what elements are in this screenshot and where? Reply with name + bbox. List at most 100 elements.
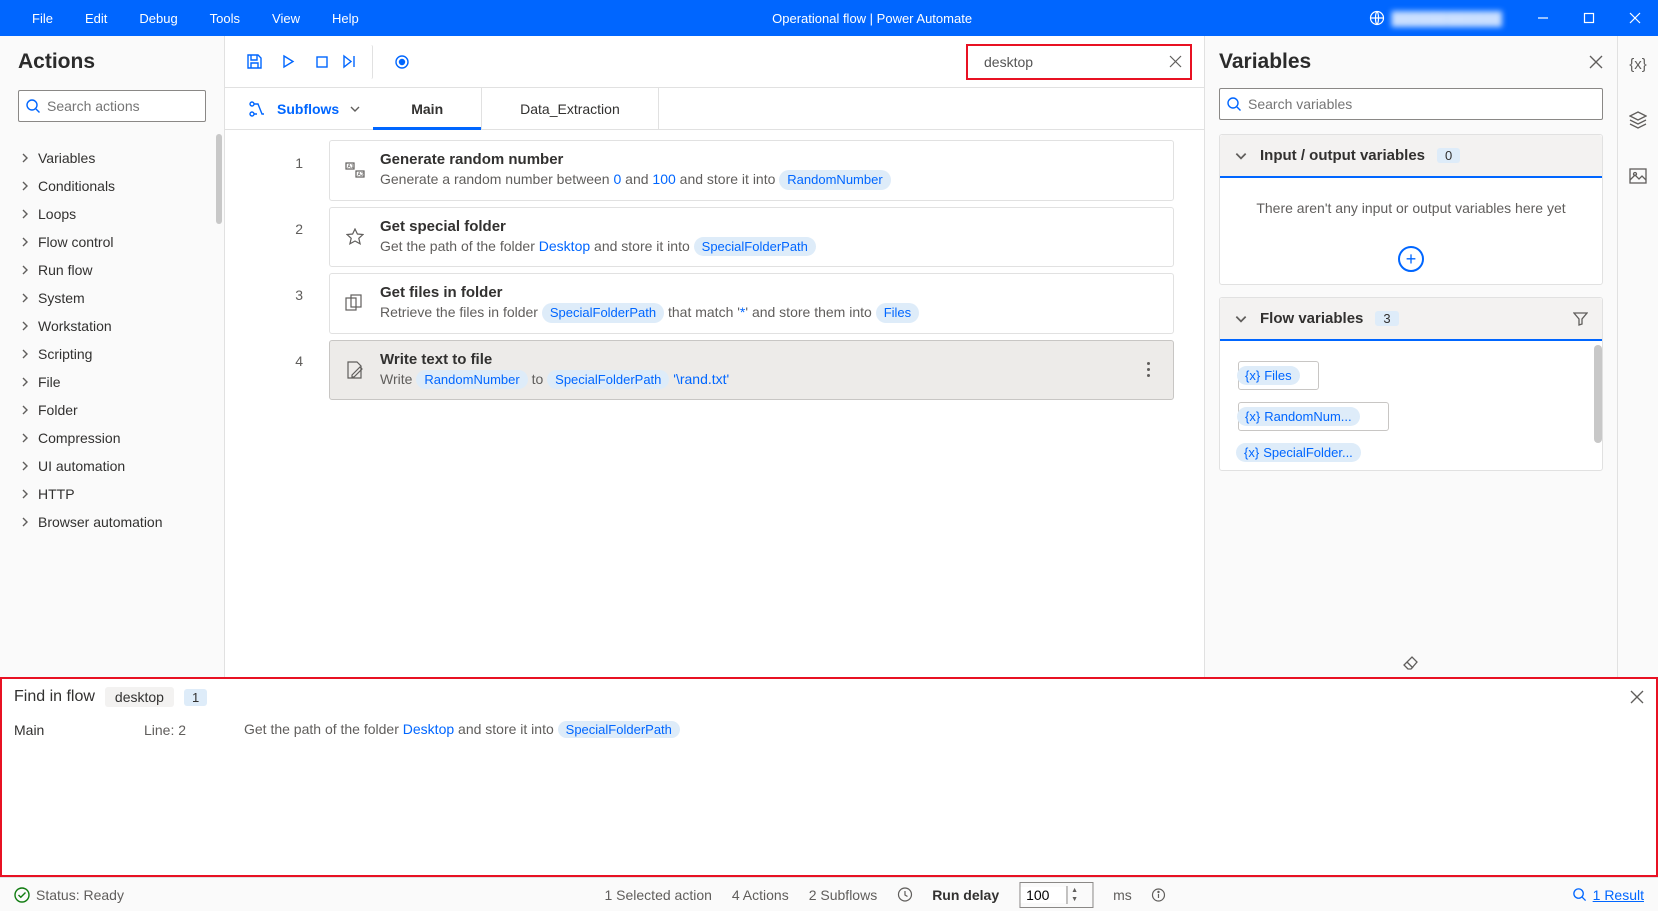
cat-label: Run flow: [38, 262, 92, 278]
step-get-special-folder[interactable]: Get special folder Get the path of the f…: [329, 207, 1174, 268]
step-generate-random-number[interactable]: A1A2 Generate random number Generate a r…: [329, 140, 1174, 201]
step-description: Generate a random number between 0 and 1…: [380, 170, 1159, 190]
menu-bar: File Edit Debug Tools View Help: [0, 0, 375, 36]
subflows-icon: [249, 101, 267, 117]
delay-down[interactable]: ▼: [1067, 895, 1082, 904]
cat-system[interactable]: System: [14, 284, 218, 312]
side-rail: {x}: [1618, 36, 1658, 677]
cat-conditionals[interactable]: Conditionals: [14, 172, 218, 200]
step-title: Get special folder: [380, 218, 1159, 235]
cat-variables[interactable]: Variables: [14, 144, 218, 172]
chevron-right-icon: [20, 237, 30, 247]
io-variables-count: 0: [1437, 148, 1460, 163]
step-description: Retrieve the files in folder SpecialFold…: [380, 303, 1159, 323]
search-icon: [1226, 96, 1242, 112]
cat-label: Folder: [38, 402, 78, 418]
maximize-button[interactable]: [1566, 0, 1612, 36]
run-delay-field[interactable]: [1020, 887, 1066, 903]
step-get-files-in-folder[interactable]: Get files in folder Retrieve the files i…: [329, 273, 1174, 334]
cat-ui-automation[interactable]: UI automation: [14, 452, 218, 480]
cat-loops[interactable]: Loops: [14, 200, 218, 228]
filter-variables-button[interactable]: [1573, 312, 1588, 326]
run-delay-label: Run delay: [932, 887, 999, 903]
environment-label: ████████████: [1385, 11, 1508, 26]
menu-debug[interactable]: Debug: [123, 0, 193, 36]
cat-run-flow[interactable]: Run flow: [14, 256, 218, 284]
chevron-right-icon: [20, 349, 30, 359]
cat-label: UI automation: [38, 458, 125, 474]
cat-http[interactable]: HTTP: [14, 480, 218, 508]
cat-browser-automation[interactable]: Browser automation: [14, 508, 218, 536]
cat-scripting[interactable]: Scripting: [14, 340, 218, 368]
cat-workstation[interactable]: Workstation: [14, 312, 218, 340]
step-write-text-to-file[interactable]: Write text to file Write RandomNumber to…: [329, 340, 1174, 401]
variables-search-input[interactable]: [1242, 96, 1596, 112]
menu-tools[interactable]: Tools: [194, 0, 256, 36]
io-variables-title: Input / output variables: [1260, 147, 1425, 164]
chevron-right-icon: [20, 265, 30, 275]
scrollbar-thumb[interactable]: [1594, 345, 1602, 443]
minimize-button[interactable]: [1520, 0, 1566, 36]
info-icon[interactable]: [1152, 888, 1166, 902]
cat-file[interactable]: File: [14, 368, 218, 396]
ui-elements-rail-button[interactable]: [1624, 106, 1652, 134]
environment-indicator[interactable]: ████████████: [1369, 10, 1508, 26]
line-gutter: 1 2 3 4: [225, 130, 325, 677]
flow-variable-item[interactable]: {x} RandomNum...: [1238, 402, 1584, 431]
step-button[interactable]: [339, 45, 373, 79]
menu-edit[interactable]: Edit: [69, 0, 123, 36]
actions-panel: Actions Variables Conditionals Loops Flo…: [0, 36, 225, 677]
line-number: 1: [225, 130, 325, 196]
menu-file[interactable]: File: [16, 0, 69, 36]
chevron-down-icon: [349, 103, 361, 115]
actions-search-input[interactable]: [41, 98, 228, 114]
flow-variable-item[interactable]: {x} SpecialFolder...: [1238, 443, 1584, 462]
clear-variables-button[interactable]: [1205, 649, 1617, 677]
chevron-down-icon[interactable]: [1234, 149, 1248, 163]
tab-main[interactable]: Main: [373, 88, 482, 129]
search-results-link[interactable]: 1 Result: [1572, 887, 1644, 903]
clear-search-button[interactable]: [1169, 55, 1182, 68]
add-io-variable-button[interactable]: +: [1398, 246, 1424, 272]
files-icon: [344, 294, 366, 312]
run-button[interactable]: [271, 45, 305, 79]
variables-search[interactable]: [1219, 88, 1603, 120]
variable-icon: {x}: [1245, 409, 1260, 424]
chevron-down-icon[interactable]: [1234, 312, 1248, 326]
variable-name: Files: [1264, 368, 1291, 383]
flow-search-input[interactable]: [976, 54, 1165, 70]
flow-variable-item[interactable]: {x} Files: [1238, 361, 1584, 390]
stop-button[interactable]: [305, 45, 339, 79]
images-rail-button[interactable]: [1624, 162, 1652, 190]
menu-view[interactable]: View: [256, 0, 316, 36]
actions-search[interactable]: [18, 90, 206, 122]
close-variables-button[interactable]: [1589, 55, 1603, 69]
find-description: Get the path of the folder Desktop and s…: [244, 721, 680, 738]
close-find-button[interactable]: [1630, 690, 1644, 704]
flow-search[interactable]: [966, 44, 1192, 80]
chevron-right-icon: [20, 293, 30, 303]
find-result-row[interactable]: Main Line: 2 Get the path of the folder …: [2, 715, 1656, 744]
subflows-dropdown[interactable]: Subflows: [237, 88, 373, 129]
image-icon: [1629, 168, 1647, 184]
results-count: 1 Result: [1593, 887, 1644, 903]
variable-icon: {x}: [1245, 368, 1260, 383]
menu-help[interactable]: Help: [316, 0, 375, 36]
cat-flow-control[interactable]: Flow control: [14, 228, 218, 256]
find-term: desktop: [105, 687, 174, 707]
cat-folder[interactable]: Folder: [14, 396, 218, 424]
variables-rail-button[interactable]: {x}: [1624, 50, 1652, 78]
close-icon: [1630, 690, 1644, 704]
chevron-right-icon: [20, 489, 30, 499]
find-in-flow-panel: Find in flow desktop 1 Main Line: 2 Get …: [0, 677, 1658, 877]
delay-up[interactable]: ▲: [1067, 886, 1082, 895]
step-menu-button[interactable]: [1137, 362, 1159, 377]
cat-compression[interactable]: Compression: [14, 424, 218, 452]
scrollbar-thumb[interactable]: [216, 134, 222, 224]
save-button[interactable]: [237, 45, 271, 79]
record-button[interactable]: [385, 45, 419, 79]
close-button[interactable]: [1612, 0, 1658, 36]
run-delay-input[interactable]: ▲▼: [1019, 882, 1093, 908]
tab-data-extraction[interactable]: Data_Extraction: [482, 88, 659, 129]
svg-text:A1: A1: [348, 164, 354, 170]
